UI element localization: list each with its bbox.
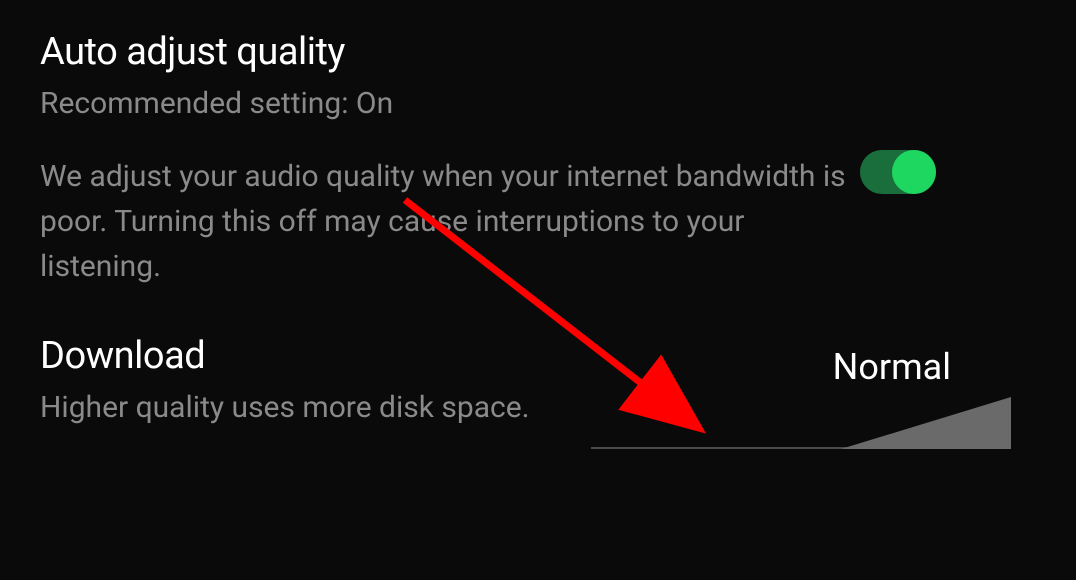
auto-adjust-subtitle: Recommended setting: On: [40, 82, 860, 126]
auto-adjust-title: Auto adjust quality: [40, 30, 860, 74]
auto-adjust-quality-setting: Auto adjust quality Recommended setting:…: [40, 30, 1036, 289]
auto-adjust-row: Auto adjust quality Recommended setting:…: [40, 30, 1036, 289]
download-title: Download: [40, 334, 560, 378]
auto-adjust-toggle[interactable]: [860, 150, 936, 194]
download-quality-setting: Download Higher quality uses more disk s…: [40, 334, 1036, 430]
auto-adjust-text: Auto adjust quality Recommended setting:…: [40, 30, 860, 289]
toggle-knob-icon: [892, 150, 936, 194]
auto-adjust-description: We adjust your audio quality when your i…: [40, 154, 860, 289]
download-subtitle: Higher quality uses more disk space.: [40, 386, 560, 430]
download-row: Download Higher quality uses more disk s…: [40, 334, 1036, 430]
quality-slider-icon: [591, 394, 1011, 449]
auto-adjust-toggle-container: [860, 150, 936, 194]
download-value-selector[interactable]: Normal: [591, 346, 1011, 449]
download-value-label: Normal: [591, 346, 951, 388]
download-text: Download Higher quality uses more disk s…: [40, 334, 560, 430]
